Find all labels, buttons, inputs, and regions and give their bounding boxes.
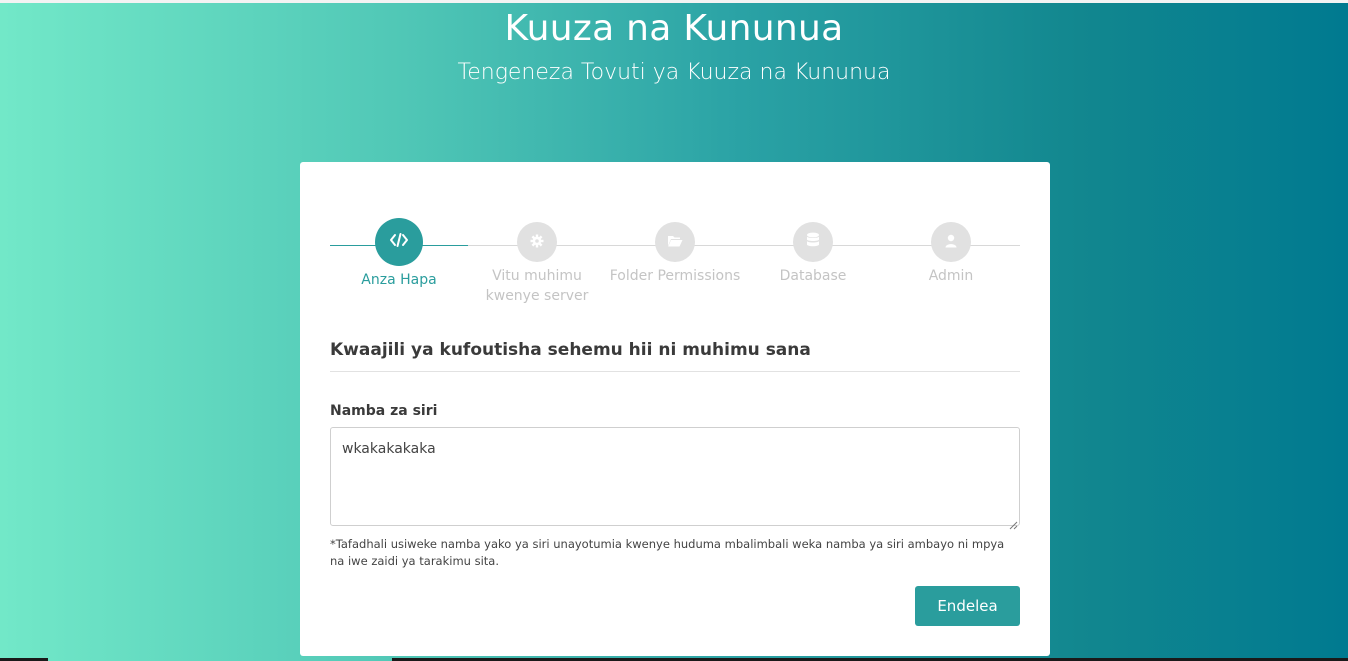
- step-label: Vitu muhimu kwenye server: [485, 268, 589, 304]
- step-database[interactable]: Database: [744, 222, 882, 286]
- resize-handle-icon[interactable]: [1008, 515, 1018, 530]
- folder-open-icon: [667, 233, 683, 252]
- step-label: Anza Hapa: [361, 272, 437, 288]
- step-label: Admin: [928, 268, 974, 284]
- user-icon: [945, 233, 957, 252]
- section-title: Kwaajili ya kufoutisha sehemu hii ni muh…: [330, 340, 811, 360]
- database-icon: [806, 232, 820, 252]
- continue-button[interactable]: Endelea: [915, 586, 1020, 626]
- step-anza-hapa[interactable]: Anza Hapa: [330, 218, 468, 290]
- step-circle: [931, 222, 971, 262]
- step-admin[interactable]: Admin: [882, 222, 1020, 286]
- page-subtitle: Tengeneza Tovuti ya Kuuza na Kununua: [457, 60, 891, 85]
- password-textarea[interactable]: wkakakakaka: [330, 427, 1020, 526]
- step-circle: [517, 222, 557, 262]
- step-circle: [655, 222, 695, 262]
- top-border: [0, 0, 1348, 3]
- step-label: Database: [779, 268, 847, 284]
- page-title: Kuuza na Kununua: [504, 8, 844, 49]
- divider: [330, 371, 1020, 372]
- step-circle: [375, 218, 423, 266]
- step-vitu-muhimu[interactable]: Vitu muhimu kwenye server: [468, 222, 606, 306]
- step-label: Folder Permissions: [609, 268, 741, 284]
- code-icon: [389, 230, 409, 254]
- installer-card: Anza Hapa Vitu muhimu kwenye server Fold…: [300, 162, 1050, 656]
- step-folder-permissions[interactable]: Folder Permissions: [606, 222, 744, 286]
- gear-icon: [530, 233, 544, 252]
- password-hint: *Tafadhali usiweke namba yako ya siri un…: [330, 537, 1005, 568]
- password-field-label: Namba za siri: [330, 403, 438, 419]
- step-circle: [793, 222, 833, 262]
